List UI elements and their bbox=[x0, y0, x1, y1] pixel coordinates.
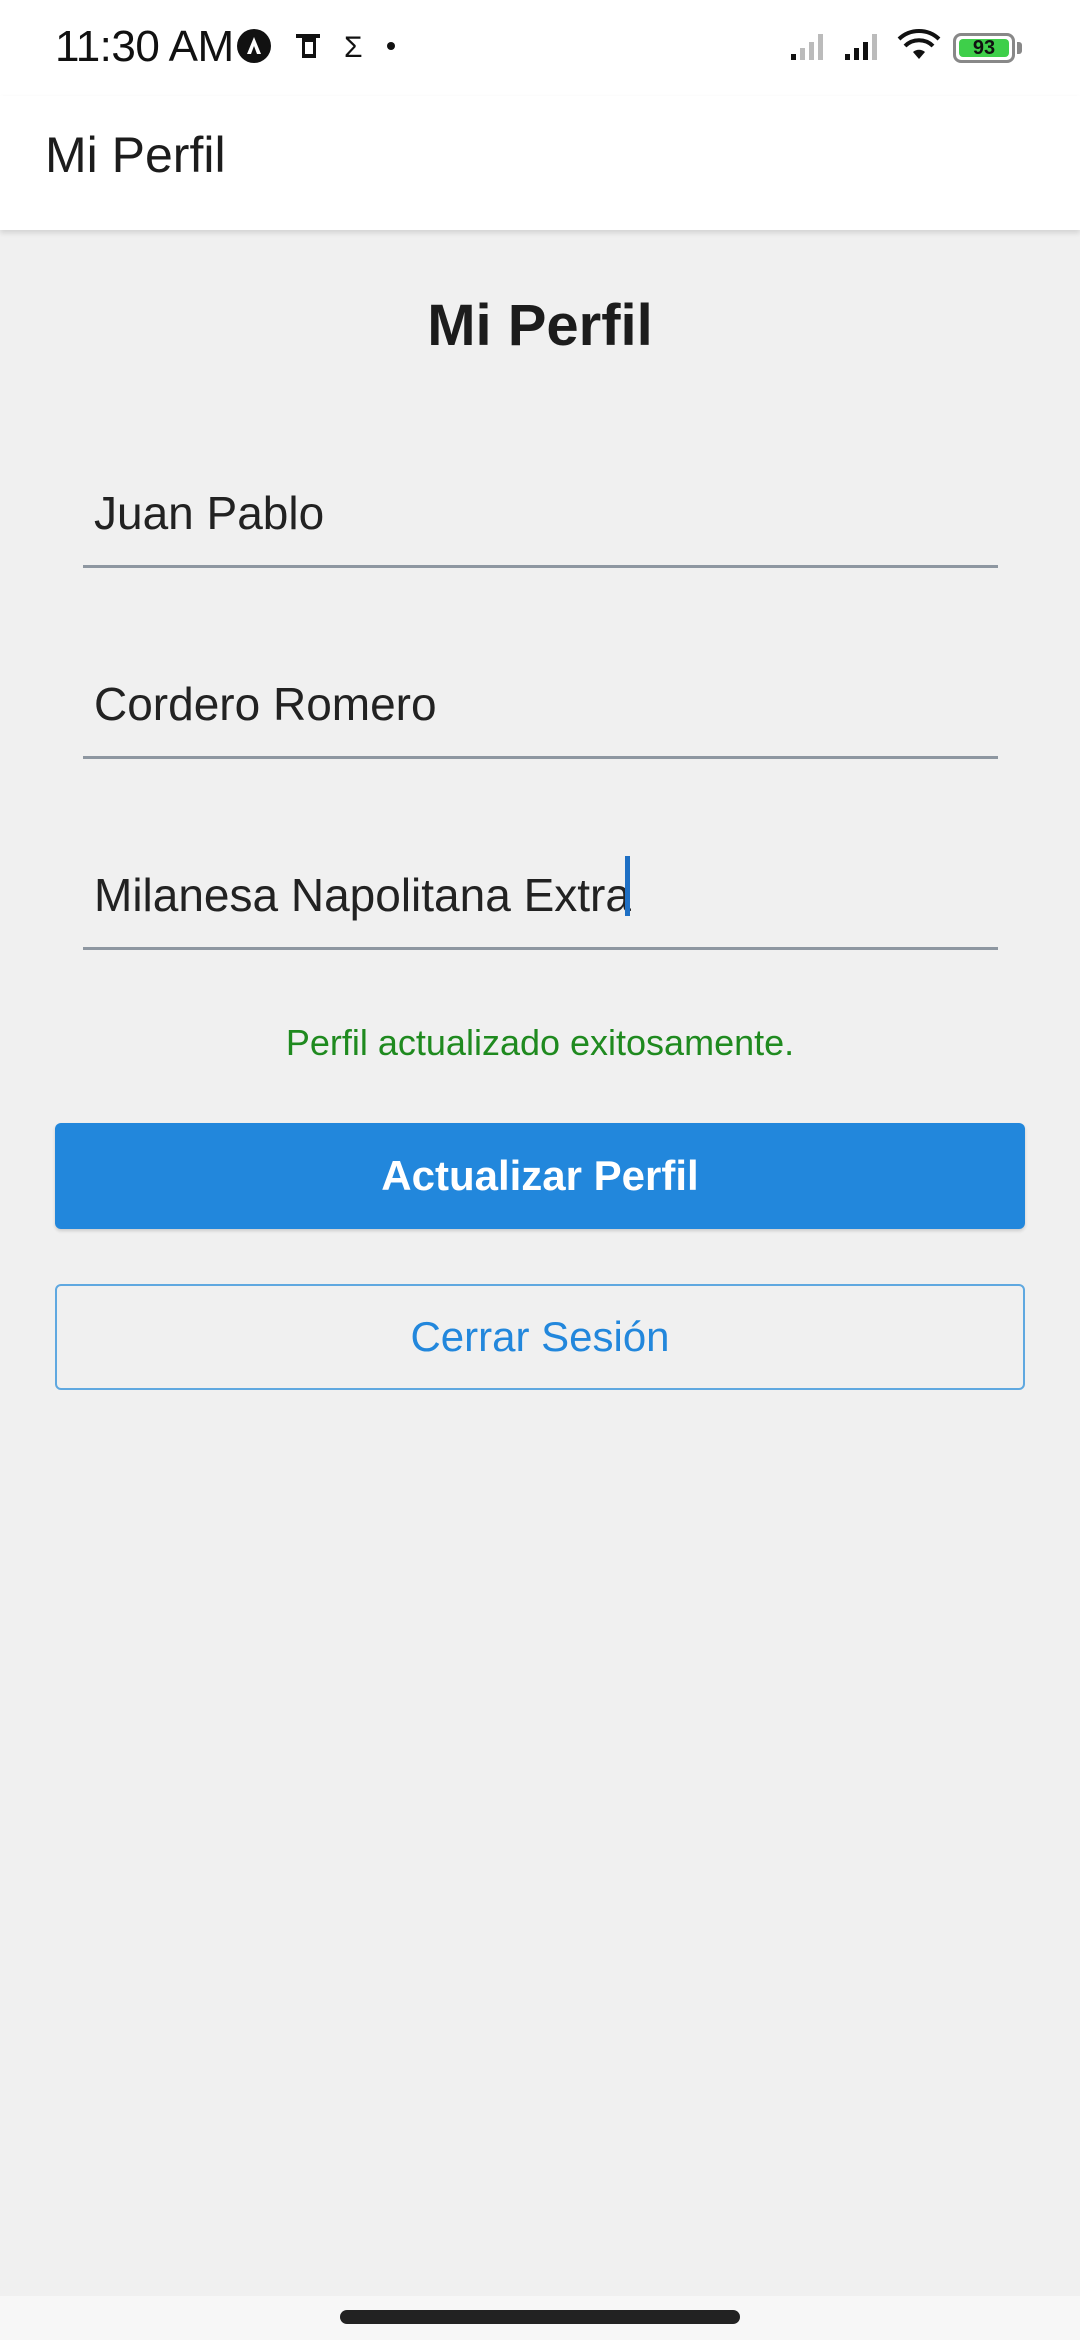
dot-icon bbox=[381, 36, 401, 61]
last-name-input[interactable] bbox=[94, 669, 984, 739]
sim-card-icon bbox=[290, 28, 326, 69]
app-bar: Mi Perfil bbox=[0, 96, 1080, 230]
logout-button[interactable]: Cerrar Sesión bbox=[55, 1284, 1025, 1390]
first-name-input[interactable] bbox=[94, 478, 984, 548]
text-cursor bbox=[625, 856, 630, 916]
status-time: 11:30 AM bbox=[55, 22, 234, 71]
battery-cap bbox=[1017, 42, 1022, 54]
battery-icon: 93 bbox=[953, 33, 1015, 63]
system-icons: 93 bbox=[789, 28, 1022, 68]
battery-level: 93 bbox=[972, 36, 996, 59]
favorite-food-field[interactable] bbox=[83, 850, 998, 950]
notification-icons: Σ bbox=[236, 28, 401, 68]
home-indicator[interactable] bbox=[340, 2310, 740, 2324]
signal-weak-icon bbox=[789, 30, 831, 67]
page-title: Mi Perfil bbox=[427, 293, 653, 358]
sigma-icon: Σ bbox=[344, 31, 363, 64]
signal-icon bbox=[843, 30, 885, 67]
status-bar: 11:30 AM Σ 93 bbox=[0, 0, 1080, 96]
update-profile-button[interactable]: Actualizar Perfil bbox=[55, 1123, 1025, 1229]
app-a-icon bbox=[236, 28, 272, 69]
favorite-food-input[interactable] bbox=[94, 860, 984, 930]
app-bar-title: Mi Perfil bbox=[45, 127, 226, 183]
navigation-bar bbox=[0, 2296, 1080, 2340]
success-message: Perfil actualizado exitosamente. bbox=[285, 1022, 795, 1063]
wifi-icon bbox=[897, 28, 941, 68]
first-name-field[interactable] bbox=[83, 468, 998, 568]
last-name-field[interactable] bbox=[83, 659, 998, 759]
